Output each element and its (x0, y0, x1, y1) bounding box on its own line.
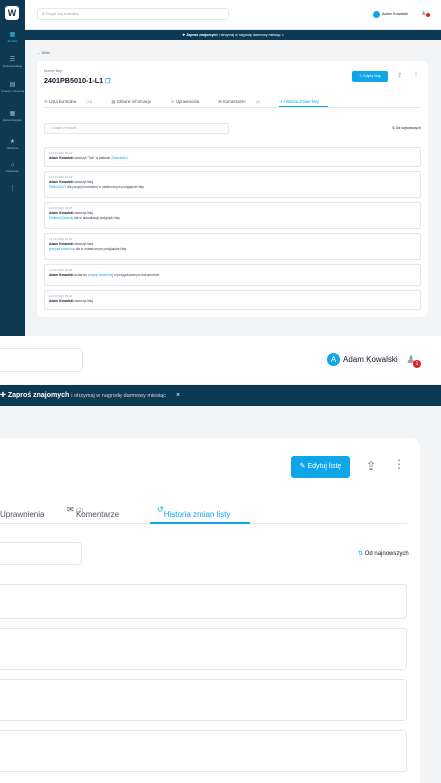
bell-icon[interactable]: ♟ 1 (406, 353, 421, 368)
sidebar: W ▦ Moduły ☰ Dokumentacja ▤ Umowy i zleceni… (0, 0, 25, 336)
history-entry: 12.03.2024 10:22 Adam Kowalski utworzył … (44, 147, 421, 167)
sidebar-item-institutions[interactable]: ⌂ Instytucje (0, 162, 25, 173)
global-search-input[interactable]: ⌕ Znajdź moj kontrolny... (37, 8, 229, 20)
tabs: ☷ Lista kontrolna (14) ▤ Główne informac… (44, 97, 420, 108)
history-entry (0, 584, 407, 619)
top-bar-zoomed: A Adam Kowalski ♟ 1 (0, 336, 441, 384)
sort-icon: ⇅ (358, 551, 364, 557)
sort-button[interactable]: ⇅ Od najnowszych (358, 550, 409, 557)
history-entry (0, 730, 407, 772)
search-icon: ⌕ (49, 126, 51, 130)
star-icon: ★ (9, 139, 16, 145)
avatar: A (327, 353, 340, 367)
copy-icon[interactable]: ❐ (105, 79, 110, 85)
file-icon: ▦ (9, 32, 16, 38)
history-entry (0, 679, 407, 721)
top-bar: ⌕ Znajdź moj kontrolny... Adam Kowalski … (25, 0, 441, 30)
user-plus-icon: ✚ (0, 392, 8, 399)
sidebar-item-documentation[interactable]: ☰ Dokumentacja (0, 57, 25, 68)
tab-checklist[interactable]: ☷ Lista kontrolna (14) (44, 97, 101, 107)
app-logo[interactable]: W (5, 6, 19, 20)
history-search-input[interactable]: ⌕ Znajdź w historii (44, 123, 229, 134)
search-icon: ⌕ (42, 11, 45, 17)
tab-history[interactable]: ↺ Historia zmian listy (279, 97, 328, 107)
active-tab-indicator (150, 522, 250, 524)
doc-icon: ▤ (9, 82, 16, 88)
invite-banner: ✚ Zaproś znajomych i otrzymaj w nagrodę … (25, 30, 441, 40)
zoomed-view: A Adam Kowalski ♟ 1 ✚ Zaproś znajomych i o… (0, 336, 441, 783)
list-icon: ☰ (9, 57, 16, 63)
more-icon: ⋮ (9, 186, 16, 192)
avatar (373, 10, 380, 18)
calendar-icon: ▦ (9, 111, 16, 117)
close-icon[interactable]: × (176, 392, 180, 399)
history-entry: 12.03.2024 10:19 Adam Kowalski utworzył … (44, 171, 421, 198)
history-search-input[interactable] (0, 542, 82, 565)
tab-history[interactable]: ↺ Historia zmian listy (157, 505, 230, 519)
notification-badge (426, 13, 430, 17)
tab-permissions[interactable]: ☺ Uprawnienia (171, 97, 209, 106)
home-icon: ⌂ (10, 162, 15, 168)
app-overview: W ▦ Moduły ☰ Dokumentacja ▤ Umowy i zleceni… (0, 0, 441, 336)
list-card: ✎ Edytuj listę ⇪ ⋮ Uprawnienia ✉ Komenta… (0, 438, 420, 783)
tab-comments[interactable]: ✉ Komentarze (2) (218, 97, 269, 107)
user-plus-icon: ✚ (182, 33, 186, 37)
sidebar-item-modules[interactable]: ▦ Moduły (0, 32, 25, 43)
edit-list-button[interactable]: ✎ Edytuj listę (352, 71, 388, 82)
bell-icon[interactable]: ♟ (421, 10, 430, 18)
sidebar-item-contracts[interactable]: ▤ Umowy i zlecenia (0, 82, 25, 93)
invite-banner: ✚ Zaproś znajomych i otrzymaj w nagrodę … (0, 385, 441, 406)
user-menu[interactable]: A Adam Kowalski (327, 353, 398, 367)
tab-main-info[interactable]: ▤ Główne informacje (112, 97, 161, 106)
tab-comments[interactable]: ✉ Komentarze (2) (67, 505, 119, 519)
kebab-menu-icon[interactable]: ⋮ (413, 71, 419, 78)
sidebar-item-schedule[interactable]: ▦ Harmonogram (0, 111, 25, 122)
notification-badge: 1 (413, 360, 421, 368)
back-link[interactable]: ← Wróć (37, 51, 50, 55)
page-title: 2401PB5010-1-L1 ❐ (44, 76, 111, 85)
share-icon[interactable]: ⇪ (366, 459, 376, 473)
history-entry: 12.03.2024 09:58 Adam Kowalski dodał do … (44, 264, 421, 286)
app-screenshot: W ▦ Moduły ☰ Dokumentacja ▤ Umowy i zleceni… (0, 0, 441, 783)
sort-button[interactable]: ⇅ Od najnowszych (392, 126, 421, 130)
history-entry: 12.03.2024 10:15 Adam Kowalski utworzył … (44, 202, 421, 229)
global-search-input[interactable] (0, 348, 83, 372)
list-number-label: Numer listy (44, 69, 62, 73)
close-icon[interactable]: × (282, 33, 284, 37)
sidebar-item-favorites[interactable]: ★ Ulubione (0, 139, 25, 150)
history-entry: 12.03.2024 10:10 Adam Kowalski utworzył … (44, 233, 421, 260)
tabs: Uprawnienia ✉ Komentarze (2) ↺ Historia … (0, 500, 407, 524)
share-icon[interactable]: ⇪ (397, 72, 402, 79)
user-menu[interactable]: Adam Kowalski (373, 10, 408, 18)
kebab-menu-icon[interactable]: ⋮ (393, 457, 405, 471)
list-card: Numer listy 2401PB5010-1-L1 ❐ ✎ Edytuj l… (37, 61, 428, 317)
edit-list-button[interactable]: ✎ Edytuj listę (291, 456, 350, 478)
history-entry: 12.03.2024 09:40 Adam Kowalski utworzył … (44, 290, 421, 310)
history-entry (0, 628, 407, 670)
sidebar-item-more[interactable]: ⋮ (0, 186, 25, 193)
